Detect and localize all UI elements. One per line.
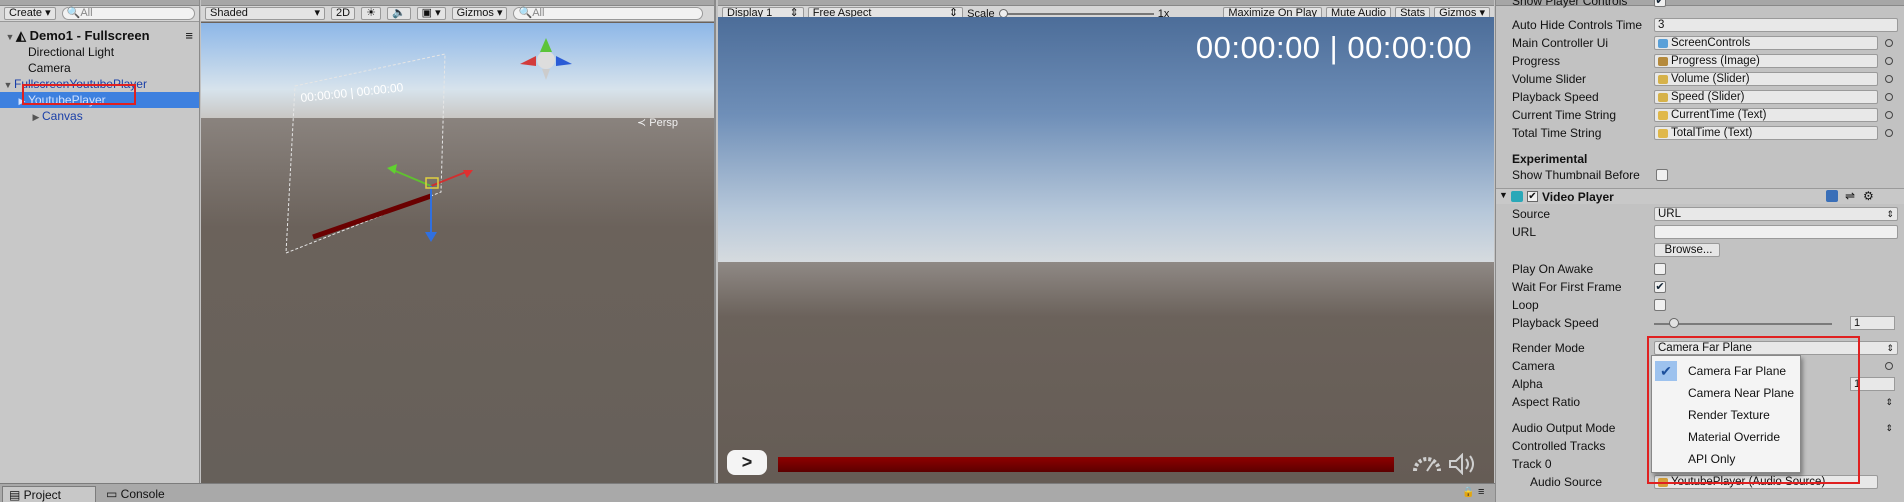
- auto-hide-controls-row: Auto Hide Controls Time 3: [1496, 18, 1904, 33]
- tab-project[interactable]: ▤ Project: [2, 486, 96, 502]
- collapsed-arrow-icon[interactable]: ▶: [30, 109, 42, 125]
- object-picker-icon[interactable]: [1885, 93, 1893, 101]
- video-player-icon: [1511, 191, 1523, 202]
- total-time-string-row: Total Time String TotalTime (Text): [1496, 126, 1904, 141]
- hierarchy-item-camera[interactable]: Camera: [0, 60, 199, 76]
- main-controller-ui-row: Main Controller Ui ScreenControls: [1496, 36, 1904, 51]
- playback-speed-ref-row: Playback Speed Speed (Slider): [1496, 90, 1904, 105]
- gizmo-z-cone-icon: [520, 56, 536, 66]
- gizmo-x-cone-icon: [556, 56, 572, 66]
- browse-button[interactable]: Browse...: [1654, 243, 1720, 257]
- object-picker-icon[interactable]: [1885, 129, 1893, 137]
- show-thumbnail-checkbox[interactable]: [1656, 169, 1668, 181]
- gear-icon[interactable]: ⚙: [1863, 189, 1874, 203]
- experimental-header: Experimental: [1512, 152, 1588, 166]
- text-component-icon: [1658, 129, 1668, 138]
- total-time-string-field[interactable]: TotalTime (Text): [1654, 126, 1878, 140]
- scene-root-item[interactable]: ▼ ◭ Demo1 - Fullscreen ≡: [0, 28, 199, 44]
- highlight-box-youtube-player: [22, 84, 136, 105]
- text-component-icon: [1658, 111, 1668, 120]
- show-player-controls-checkbox[interactable]: ✔: [1654, 0, 1666, 7]
- highlight-box-render-mode: [1647, 336, 1860, 484]
- bottom-tab-bar: ▤ Project ▭ Console 🔒 ≡: [0, 483, 1495, 502]
- play-on-awake-checkbox[interactable]: [1654, 263, 1666, 275]
- hierarchy-panel: Create ▾ 🔍All ▼ ◭ Demo1 - Fullscreen ≡ Di…: [0, 0, 200, 483]
- dropdown-arrow-icon[interactable]: ⇕: [1885, 421, 1893, 436]
- volume-icon[interactable]: [1448, 453, 1482, 475]
- hierarchy-item-directional-light[interactable]: Directional Light: [0, 44, 199, 60]
- scene-progress-bar: [312, 193, 432, 240]
- scene-view[interactable]: Shaded ▾ 2D ☀ 🔈 ▣ ▾ Gizmos ▾ 🔍All 00:00:0…: [201, 0, 716, 483]
- dropdown-arrow-icon: ⇕: [1886, 209, 1894, 219]
- scene-contents: 00:00:00 | 00:00:00 ≺ Persp: [285, 38, 678, 254]
- collapse-arrow-icon[interactable]: ▼: [1499, 190, 1508, 200]
- volume-slider-row: Volume Slider Volume (Slider): [1496, 72, 1904, 87]
- lock-icon[interactable]: 🔒: [1462, 487, 1474, 498]
- wait-first-frame-checkbox[interactable]: ✔: [1654, 281, 1666, 293]
- source-row: Source URL ⇕: [1496, 207, 1904, 222]
- gizmo-x-axis: [430, 171, 467, 187]
- play-button[interactable]: >: [727, 450, 767, 475]
- scene-canvas-time-text: 00:00:00 | 00:00:00: [300, 80, 404, 105]
- playback-speed-slider-knob[interactable]: [1669, 318, 1679, 328]
- hierarchy-item-canvas[interactable]: ▶ Canvas: [0, 108, 199, 124]
- panel-menu-icon[interactable]: ≡: [1478, 486, 1484, 498]
- current-time-string-field[interactable]: CurrentTime (Text): [1654, 108, 1878, 122]
- object-picker-icon[interactable]: [1885, 57, 1893, 65]
- help-icon[interactable]: [1826, 190, 1838, 202]
- slider-component-icon: [1658, 93, 1668, 102]
- gizmo-z-arrow-icon: [425, 232, 437, 242]
- gizmo-y-arrow-icon: [387, 164, 397, 174]
- url-input[interactable]: [1654, 225, 1898, 239]
- expand-arrow-icon[interactable]: ▼: [2, 77, 14, 93]
- preset-icon[interactable]: ⇌: [1845, 189, 1855, 203]
- main-controller-ui-field[interactable]: ScreenControls: [1654, 36, 1878, 50]
- loop-checkbox[interactable]: [1654, 299, 1666, 311]
- progress-row: Progress Progress (Image): [1496, 54, 1904, 69]
- volume-slider-field[interactable]: Volume (Slider): [1654, 72, 1878, 86]
- auto-hide-controls-input[interactable]: 3: [1654, 18, 1898, 32]
- orientation-gizmo: [520, 38, 572, 80]
- source-dropdown[interactable]: URL ⇕: [1654, 207, 1898, 221]
- play-on-awake-row: Play On Awake: [1496, 262, 1904, 277]
- image-component-icon: [1658, 57, 1668, 66]
- current-time-string-row: Current Time String CurrentTime (Text): [1496, 108, 1904, 123]
- show-player-controls-row: Show Player Controls ✔: [1496, 0, 1904, 15]
- hierarchy-toolbar: Create ▾ 🔍All: [0, 6, 199, 22]
- persp-label: ≺ Persp: [637, 117, 678, 129]
- object-picker-icon[interactable]: [1885, 75, 1893, 83]
- scale-slider[interactable]: [998, 8, 1154, 18]
- playback-speed-field[interactable]: Speed (Slider): [1654, 90, 1878, 104]
- playback-speed-input[interactable]: 1: [1850, 316, 1895, 330]
- speed-icon[interactable]: [1412, 453, 1442, 475]
- wait-first-frame-row: Wait For First Frame ✔: [1512, 280, 1666, 294]
- object-picker-icon[interactable]: [1885, 362, 1893, 370]
- game-ground: [718, 262, 1494, 483]
- object-picker-icon[interactable]: [1885, 111, 1893, 119]
- url-row: URL: [1496, 225, 1904, 240]
- progress-field[interactable]: Progress (Image): [1654, 54, 1878, 68]
- scene-options-icon[interactable]: ≡: [185, 28, 193, 44]
- tab-console[interactable]: ▭ Console: [100, 486, 171, 502]
- expand-arrow-icon[interactable]: ▼: [4, 29, 16, 45]
- game-time-text: 00:00:00 | 00:00:00: [1195, 30, 1472, 65]
- show-thumbnail-row: Show Thumbnail Before: [1496, 168, 1904, 183]
- loop-row: Loop: [1496, 298, 1904, 313]
- gizmo-y-cone-icon: [540, 38, 552, 52]
- slider-component-icon: [1658, 75, 1668, 84]
- video-progress-bar[interactable]: [778, 457, 1394, 472]
- browse-row: Browse...: [1496, 243, 1904, 258]
- playback-speed-row: Playback Speed 1: [1496, 316, 1904, 331]
- gizmo-x-arrow-icon: [463, 170, 473, 178]
- dropdown-arrow-icon: ⇕: [1886, 343, 1894, 353]
- gameobject-icon: [1658, 39, 1668, 48]
- object-picker-icon[interactable]: [1885, 39, 1893, 47]
- component-enabled-checkbox[interactable]: ✔: [1527, 191, 1538, 202]
- video-player-component-header[interactable]: ▼ ✔ Video Player ⇌ ⚙: [1496, 188, 1904, 204]
- dropdown-arrow-icon[interactable]: ⇕: [1885, 395, 1893, 410]
- game-view[interactable]: Display 1 ⇕ Free Aspect ⇕ Scale 1x Maximiz…: [718, 0, 1494, 483]
- playback-speed-slider[interactable]: [1654, 323, 1832, 325]
- hierarchy-search-input[interactable]: 🔍All: [61, 7, 195, 20]
- create-dropdown[interactable]: Create ▾: [4, 7, 56, 20]
